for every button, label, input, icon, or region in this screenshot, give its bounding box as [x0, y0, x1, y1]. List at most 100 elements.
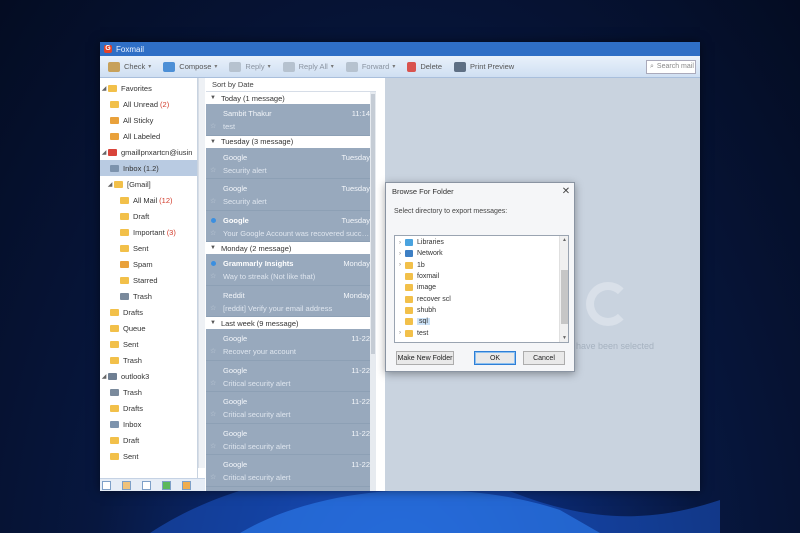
- scrollbar-thumb[interactable]: [561, 270, 568, 324]
- folder-icon: [405, 306, 413, 314]
- tree-outlook-draft[interactable]: Draft: [100, 432, 197, 448]
- search-input[interactable]: ⌕ Search mail: [646, 59, 696, 74]
- close-icon[interactable]: ✕: [558, 186, 574, 197]
- scrollbar-thumb[interactable]: [371, 94, 375, 354]
- message-row[interactable]: Sambit Thakur 11:14 ☆ test: [206, 104, 376, 136]
- folder-tree-scrollbar[interactable]: ▲ ▼: [559, 236, 568, 342]
- folder-tree: › Libraries › Network › 1b foxmail image re…: [394, 235, 569, 343]
- group-tuesday[interactable]: ▼ Tuesday (3 message): [206, 135, 376, 148]
- window-title: Foxmail: [116, 44, 145, 54]
- tree-all-mail[interactable]: All Mail (12): [100, 192, 197, 208]
- gmail-icon: [108, 148, 117, 156]
- tree-item-shubh[interactable]: shubh: [395, 305, 568, 316]
- make-new-folder-button[interactable]: Make New Folder: [396, 351, 454, 365]
- folder-icon: [120, 228, 129, 236]
- message-row[interactable]: Google 11-22 ☆ Critical security alert: [206, 392, 376, 424]
- message-row[interactable]: Reddit Monday ☆ [reddit] Verify your email…: [206, 286, 376, 317]
- tree-gmail-folder[interactable]: ◢ [Gmail]: [100, 176, 197, 192]
- reply-button[interactable]: Reply ▾: [229, 61, 271, 72]
- tree-trash[interactable]: Trash: [100, 288, 197, 304]
- star-icon[interactable]: ☆: [210, 122, 216, 130]
- message-row[interactable]: Google Tuesday ☆ Security alert: [206, 148, 376, 179]
- tree-item-recover-scl[interactable]: recover scl: [395, 293, 568, 304]
- foxmail-watermark-icon: [586, 282, 630, 326]
- tree-all-labeled[interactable]: All Labeled: [100, 128, 197, 144]
- message-row[interactable]: Google 11-22 ☆ Critical security alert: [206, 424, 376, 455]
- tree-item-libraries[interactable]: › Libraries: [395, 237, 568, 248]
- sort-by-date[interactable]: Sort by Date: [206, 78, 376, 92]
- tree-account-outlook[interactable]: ◢ outlook3: [100, 368, 197, 384]
- message-row[interactable]: Google Tuesday ☆ Security alert: [206, 179, 376, 211]
- message-row[interactable]: Grammarly Insights Monday ☆ Way to streak …: [206, 254, 376, 286]
- scroll-up-icon[interactable]: ▲: [560, 237, 569, 243]
- tree-inbox[interactable]: Inbox (1.2): [100, 160, 197, 176]
- tree-outlook-sent[interactable]: Sent: [100, 448, 197, 464]
- mail-module-icon[interactable]: [102, 480, 111, 490]
- folder-icon: [120, 196, 129, 204]
- ok-button[interactable]: OK: [474, 351, 516, 365]
- notes-module-icon[interactable]: [182, 480, 191, 490]
- scroll-down-icon[interactable]: ▼: [560, 335, 569, 341]
- calendar-module-icon[interactable]: [142, 480, 151, 490]
- star-icon: [120, 276, 129, 284]
- tree-outlook-drafts[interactable]: Drafts: [100, 400, 197, 416]
- star-icon[interactable]: ☆: [210, 410, 216, 418]
- group-today[interactable]: ▼ Today (1 message): [206, 92, 376, 104]
- sent-icon: [120, 244, 129, 252]
- cancel-button[interactable]: Cancel: [523, 351, 565, 365]
- forward-button[interactable]: Forward ▾: [345, 61, 395, 72]
- tree-important[interactable]: Important (3): [100, 224, 197, 240]
- libraries-icon: [405, 239, 413, 247]
- tree-outlook-inbox[interactable]: Inbox: [100, 416, 197, 432]
- star-icon[interactable]: ☆: [210, 379, 216, 387]
- tree-item-1b[interactable]: › 1b: [395, 260, 568, 271]
- tree-outlook-trash[interactable]: Trash: [100, 384, 197, 400]
- star-icon[interactable]: ☆: [210, 166, 216, 174]
- star-icon[interactable]: ☆: [210, 272, 216, 280]
- message-row[interactable]: Google Tuesday ☆ Your Google Account was r…: [206, 211, 376, 242]
- message-list-scrollbar[interactable]: [370, 92, 376, 491]
- group-monday[interactable]: ▼ Monday (2 message): [206, 242, 376, 254]
- tree-item-image[interactable]: image: [395, 282, 568, 293]
- tree-favorites[interactable]: ◢ Favorites: [100, 80, 197, 96]
- star-icon[interactable]: ☆: [210, 229, 216, 237]
- star-icon[interactable]: ☆: [210, 347, 216, 355]
- tree-trash-2[interactable]: Trash: [100, 352, 197, 368]
- trash-icon: [110, 388, 119, 396]
- contacts-module-icon[interactable]: [122, 480, 131, 490]
- tasks-module-icon[interactable]: [162, 480, 171, 490]
- tree-starred[interactable]: Starred: [100, 272, 197, 288]
- tree-all-unread[interactable]: All Unread (2): [100, 96, 197, 112]
- reply-all-button[interactable]: Reply All ▾: [282, 61, 334, 72]
- unread-dot-icon: [211, 217, 216, 223]
- tree-item-foxmail[interactable]: foxmail: [395, 271, 568, 282]
- star-icon[interactable]: ☆: [210, 473, 216, 481]
- tree-item-network[interactable]: › Network: [395, 248, 568, 259]
- tree-account-gmail[interactable]: ◢ gmaillpnxartcn@iusin: [100, 144, 197, 160]
- inbox-icon: [110, 164, 119, 172]
- message-row[interactable]: Google 11-22 ☆ Critical security alert: [206, 361, 376, 392]
- compose-button[interactable]: Compose ▾: [163, 61, 217, 72]
- star-icon[interactable]: ☆: [210, 442, 216, 450]
- check-button[interactable]: Check ▾: [108, 61, 151, 72]
- tree-item-sql[interactable]: sql: [395, 316, 568, 327]
- tree-sent-2[interactable]: Sent: [100, 336, 197, 352]
- account-icon: [108, 372, 117, 380]
- tree-drafts[interactable]: Drafts: [100, 304, 197, 320]
- tree-item-test[interactable]: › test: [395, 327, 568, 338]
- group-last-week[interactable]: ▼ Last week (9 message): [206, 317, 376, 329]
- tree-all-sticky[interactable]: All Sticky: [100, 112, 197, 128]
- star-icon[interactable]: ☆: [210, 304, 216, 312]
- folder-icon: [110, 356, 119, 364]
- star-icon[interactable]: ☆: [210, 197, 216, 205]
- tree-spam[interactable]: Spam: [100, 256, 197, 272]
- tree-sent[interactable]: Sent: [100, 240, 197, 256]
- message-row[interactable]: Google 11-22 ☆ Critical security alert: [206, 455, 376, 487]
- message-row[interactable]: Google 11-22 ☆ Recover your account: [206, 329, 376, 361]
- sidebar-scrollbar[interactable]: [198, 78, 205, 468]
- delete-button[interactable]: Delete: [407, 61, 442, 72]
- tree-draft[interactable]: Draft: [100, 208, 197, 224]
- tree-queue[interactable]: Queue: [100, 320, 197, 336]
- print-preview-button[interactable]: Print Preview: [454, 61, 514, 72]
- printer-icon: [454, 61, 467, 72]
